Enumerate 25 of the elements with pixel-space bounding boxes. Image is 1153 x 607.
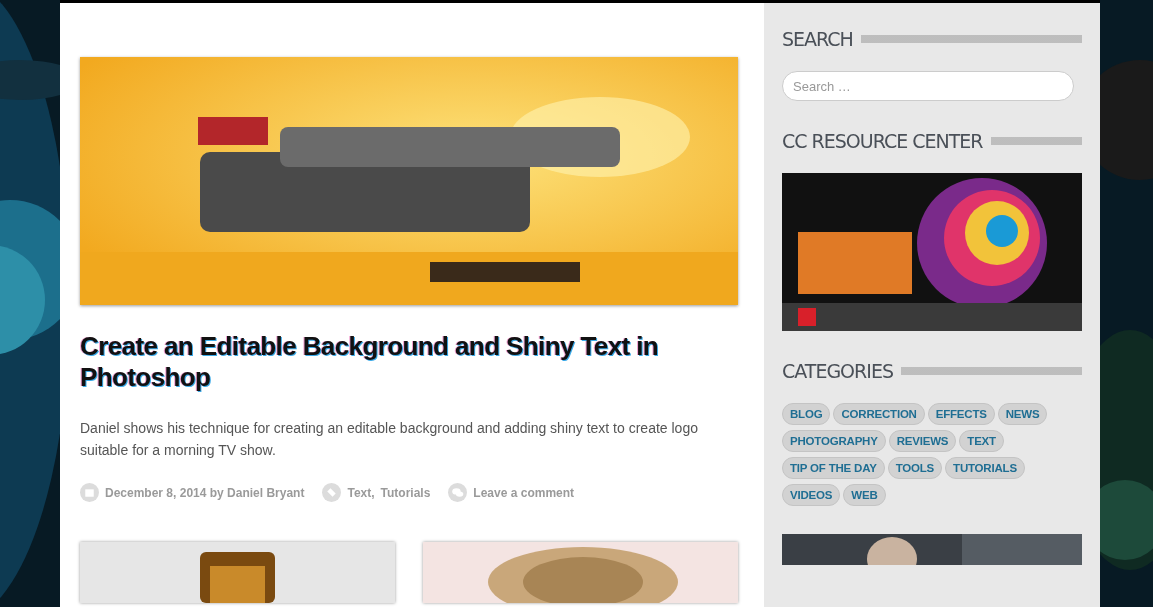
- category-tag[interactable]: REVIEWS: [888, 430, 957, 452]
- category-tag[interactable]: TIP OF THE DAY: [782, 457, 885, 479]
- category-tag[interactable]: TOOLS: [887, 457, 943, 479]
- post-excerpt: Daniel shows his technique for creating an editable background and adding shiny text to create logo suitable for a morning TV show.: [80, 419, 699, 460]
- category-tag[interactable]: BLOG: [782, 403, 831, 425]
- widget-heading: CC RESOURCE CENTER: [782, 130, 983, 152]
- comments-icon: [448, 483, 468, 502]
- calendar-icon: [80, 483, 99, 502]
- category-tag[interactable]: TUTORIALS: [945, 457, 1025, 479]
- tag-link[interactable]: Tutorials: [380, 485, 431, 500]
- category-tag[interactable]: PHOTOGRAPHY: [782, 430, 886, 452]
- tag-icon: [322, 483, 342, 502]
- widget-heading: SEARCH: [782, 28, 853, 50]
- widget-heading: CATEGORIES: [782, 360, 893, 382]
- category-tag[interactable]: WEB: [843, 484, 886, 506]
- search-field[interactable]: Search …: [782, 71, 1074, 101]
- post-title[interactable]: Create an Editable Background and Shiny Text in Photoshop: [80, 331, 738, 393]
- category-tag[interactable]: TEXT: [959, 430, 1004, 452]
- category-tag[interactable]: VIDEOS: [782, 484, 841, 506]
- category-tag[interactable]: NEWS: [997, 403, 1048, 425]
- comment-link[interactable]: Leave a comment: [473, 485, 575, 500]
- category-tag[interactable]: CORRECTION: [833, 403, 925, 425]
- category-tag[interactable]: EFFECTS: [927, 403, 995, 425]
- tag-link[interactable]: Text,: [347, 485, 375, 500]
- post-date-link[interactable]: December 8, 2014 by Daniel Bryant: [105, 485, 305, 500]
